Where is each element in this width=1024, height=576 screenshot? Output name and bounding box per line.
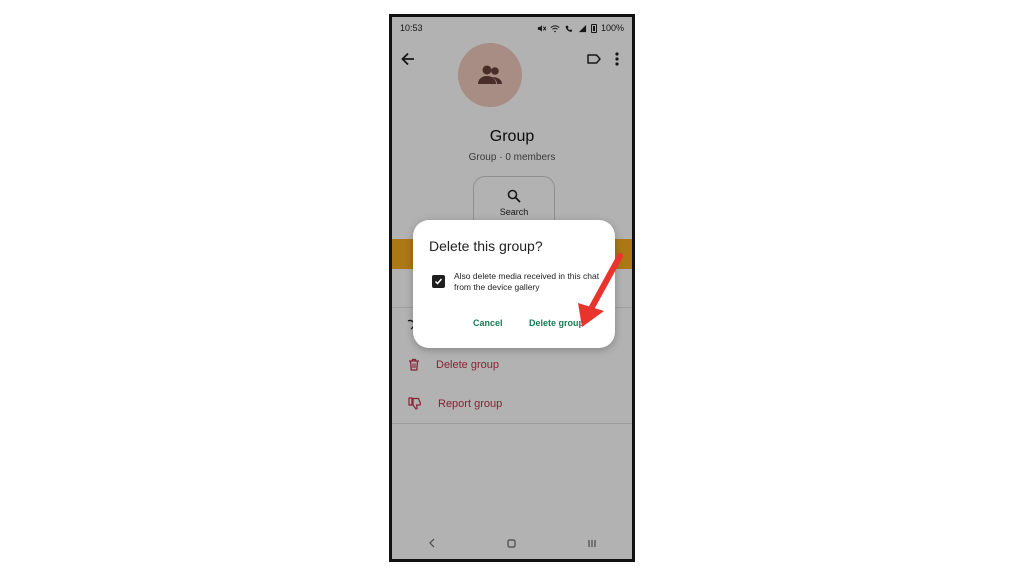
checkmark-icon — [434, 278, 443, 285]
cancel-button[interactable]: Cancel — [473, 318, 503, 328]
dialog-title: Delete this group? — [429, 238, 543, 254]
annotation-arrow-icon — [578, 253, 623, 327]
delete-media-checkbox[interactable] — [432, 275, 445, 288]
